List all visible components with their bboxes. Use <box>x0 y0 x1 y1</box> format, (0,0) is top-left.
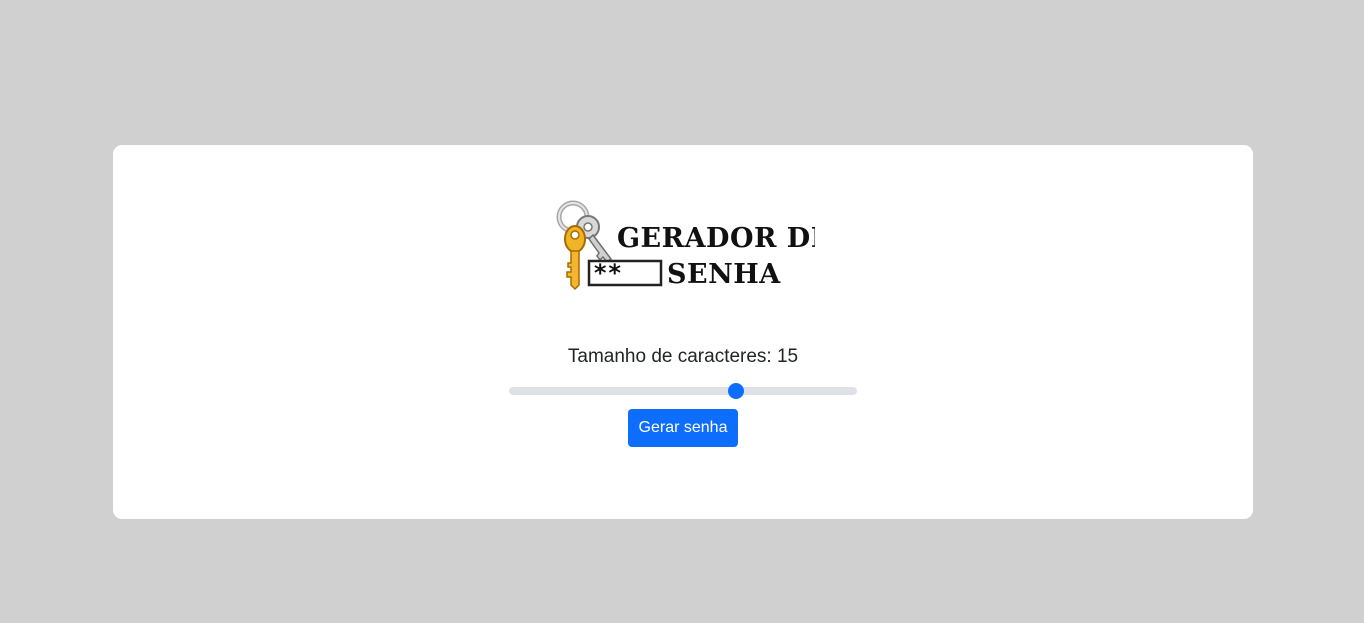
logo-line-1: GERADOR DE <box>617 223 815 254</box>
logo-line-2: SENHA <box>667 259 781 290</box>
keys-icon: ** GERADOR DE SENHA <box>556 200 815 291</box>
app-logo: ** GERADOR DE SENHA <box>555 197 815 291</box>
length-slider[interactable] <box>509 383 857 399</box>
generate-password-button[interactable]: Gerar senha <box>628 409 738 447</box>
length-label: Tamanho de caracteres: 15 <box>567 346 799 367</box>
slider-thumb[interactable] <box>727 383 744 399</box>
slider-track[interactable] <box>509 387 857 395</box>
gold-key-icon <box>564 225 586 291</box>
password-field-text: ** <box>593 259 622 287</box>
main-card: ** GERADOR DE SENHA Tamanho de caractere… <box>113 145 1253 519</box>
